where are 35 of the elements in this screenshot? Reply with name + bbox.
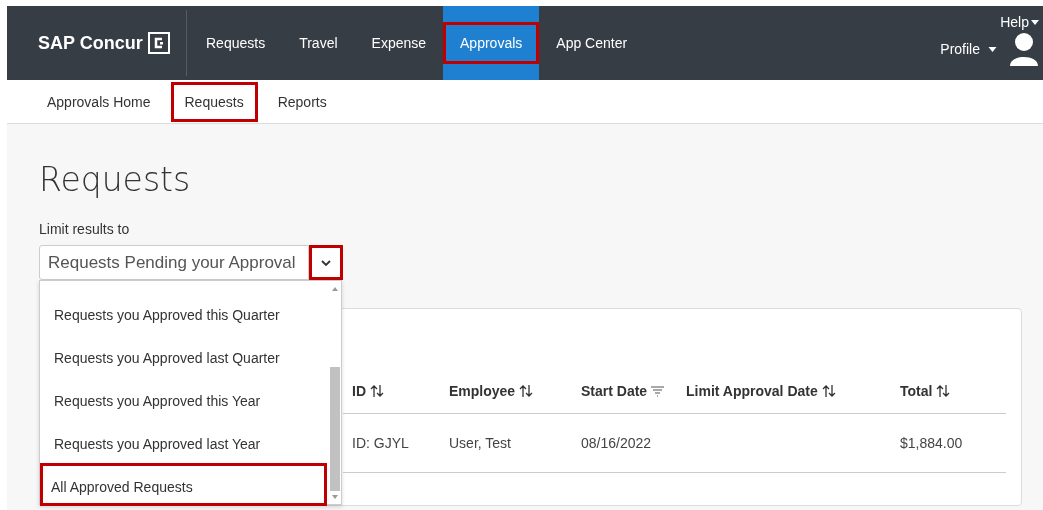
table-cell: ID: GJYL	[352, 435, 409, 451]
caret-icon	[988, 46, 997, 52]
column-header[interactable]: ID	[343, 369, 440, 414]
user-icon[interactable]	[1009, 32, 1039, 66]
column-header[interactable]: Start Date	[572, 369, 677, 414]
table-cell: 08/16/2022	[581, 435, 652, 451]
subnav-link[interactable]: Approvals Home	[33, 81, 165, 122]
nav-tab[interactable]: Travel	[282, 6, 355, 80]
table-cell: $1,884.00	[900, 435, 963, 451]
highlight-frame: Approvals	[443, 22, 540, 64]
brand-name: SAP Concur	[38, 32, 143, 54]
dropdown-option[interactable]: Requests you Approved this Year	[40, 377, 327, 420]
filter-select[interactable]: Requests Pending your Approval	[39, 245, 309, 280]
dropdown-option[interactable]: Requests you Approved last Year	[40, 420, 327, 463]
subnav-link[interactable]: Requests	[170, 81, 258, 122]
page-title: Requests	[39, 160, 192, 199]
nav-tab[interactable]: App Center	[539, 6, 645, 80]
nav-tab[interactable]: Expense	[354, 6, 444, 80]
dropdown-option[interactable]: All Approved Requests	[40, 463, 327, 506]
subnav-link[interactable]: Reports	[263, 81, 341, 122]
column-header[interactable]: Total	[891, 369, 1006, 414]
chevron-down-icon	[321, 259, 331, 266]
nav-tab[interactable]: Requests	[189, 6, 283, 80]
logo-icon	[147, 32, 170, 54]
filter-label: Limit results to	[39, 221, 131, 237]
dropdown-toggle[interactable]	[309, 245, 343, 280]
column-header[interactable]: Employee	[440, 369, 572, 414]
table-cell: User, Test	[449, 435, 511, 451]
column-header[interactable]: Limit Approval Date	[677, 369, 891, 414]
help-menu[interactable]: Help	[1000, 14, 1039, 30]
dropdown-option[interactable]: Requests you Approved this Quarter	[40, 291, 327, 334]
caret-icon	[1031, 19, 1039, 25]
dropdown-option[interactable]: Requests you Approved last Quarter	[40, 334, 327, 377]
nav-tab[interactable]: Approvals	[443, 6, 540, 80]
profile-menu[interactable]: Profile	[940, 41, 997, 57]
